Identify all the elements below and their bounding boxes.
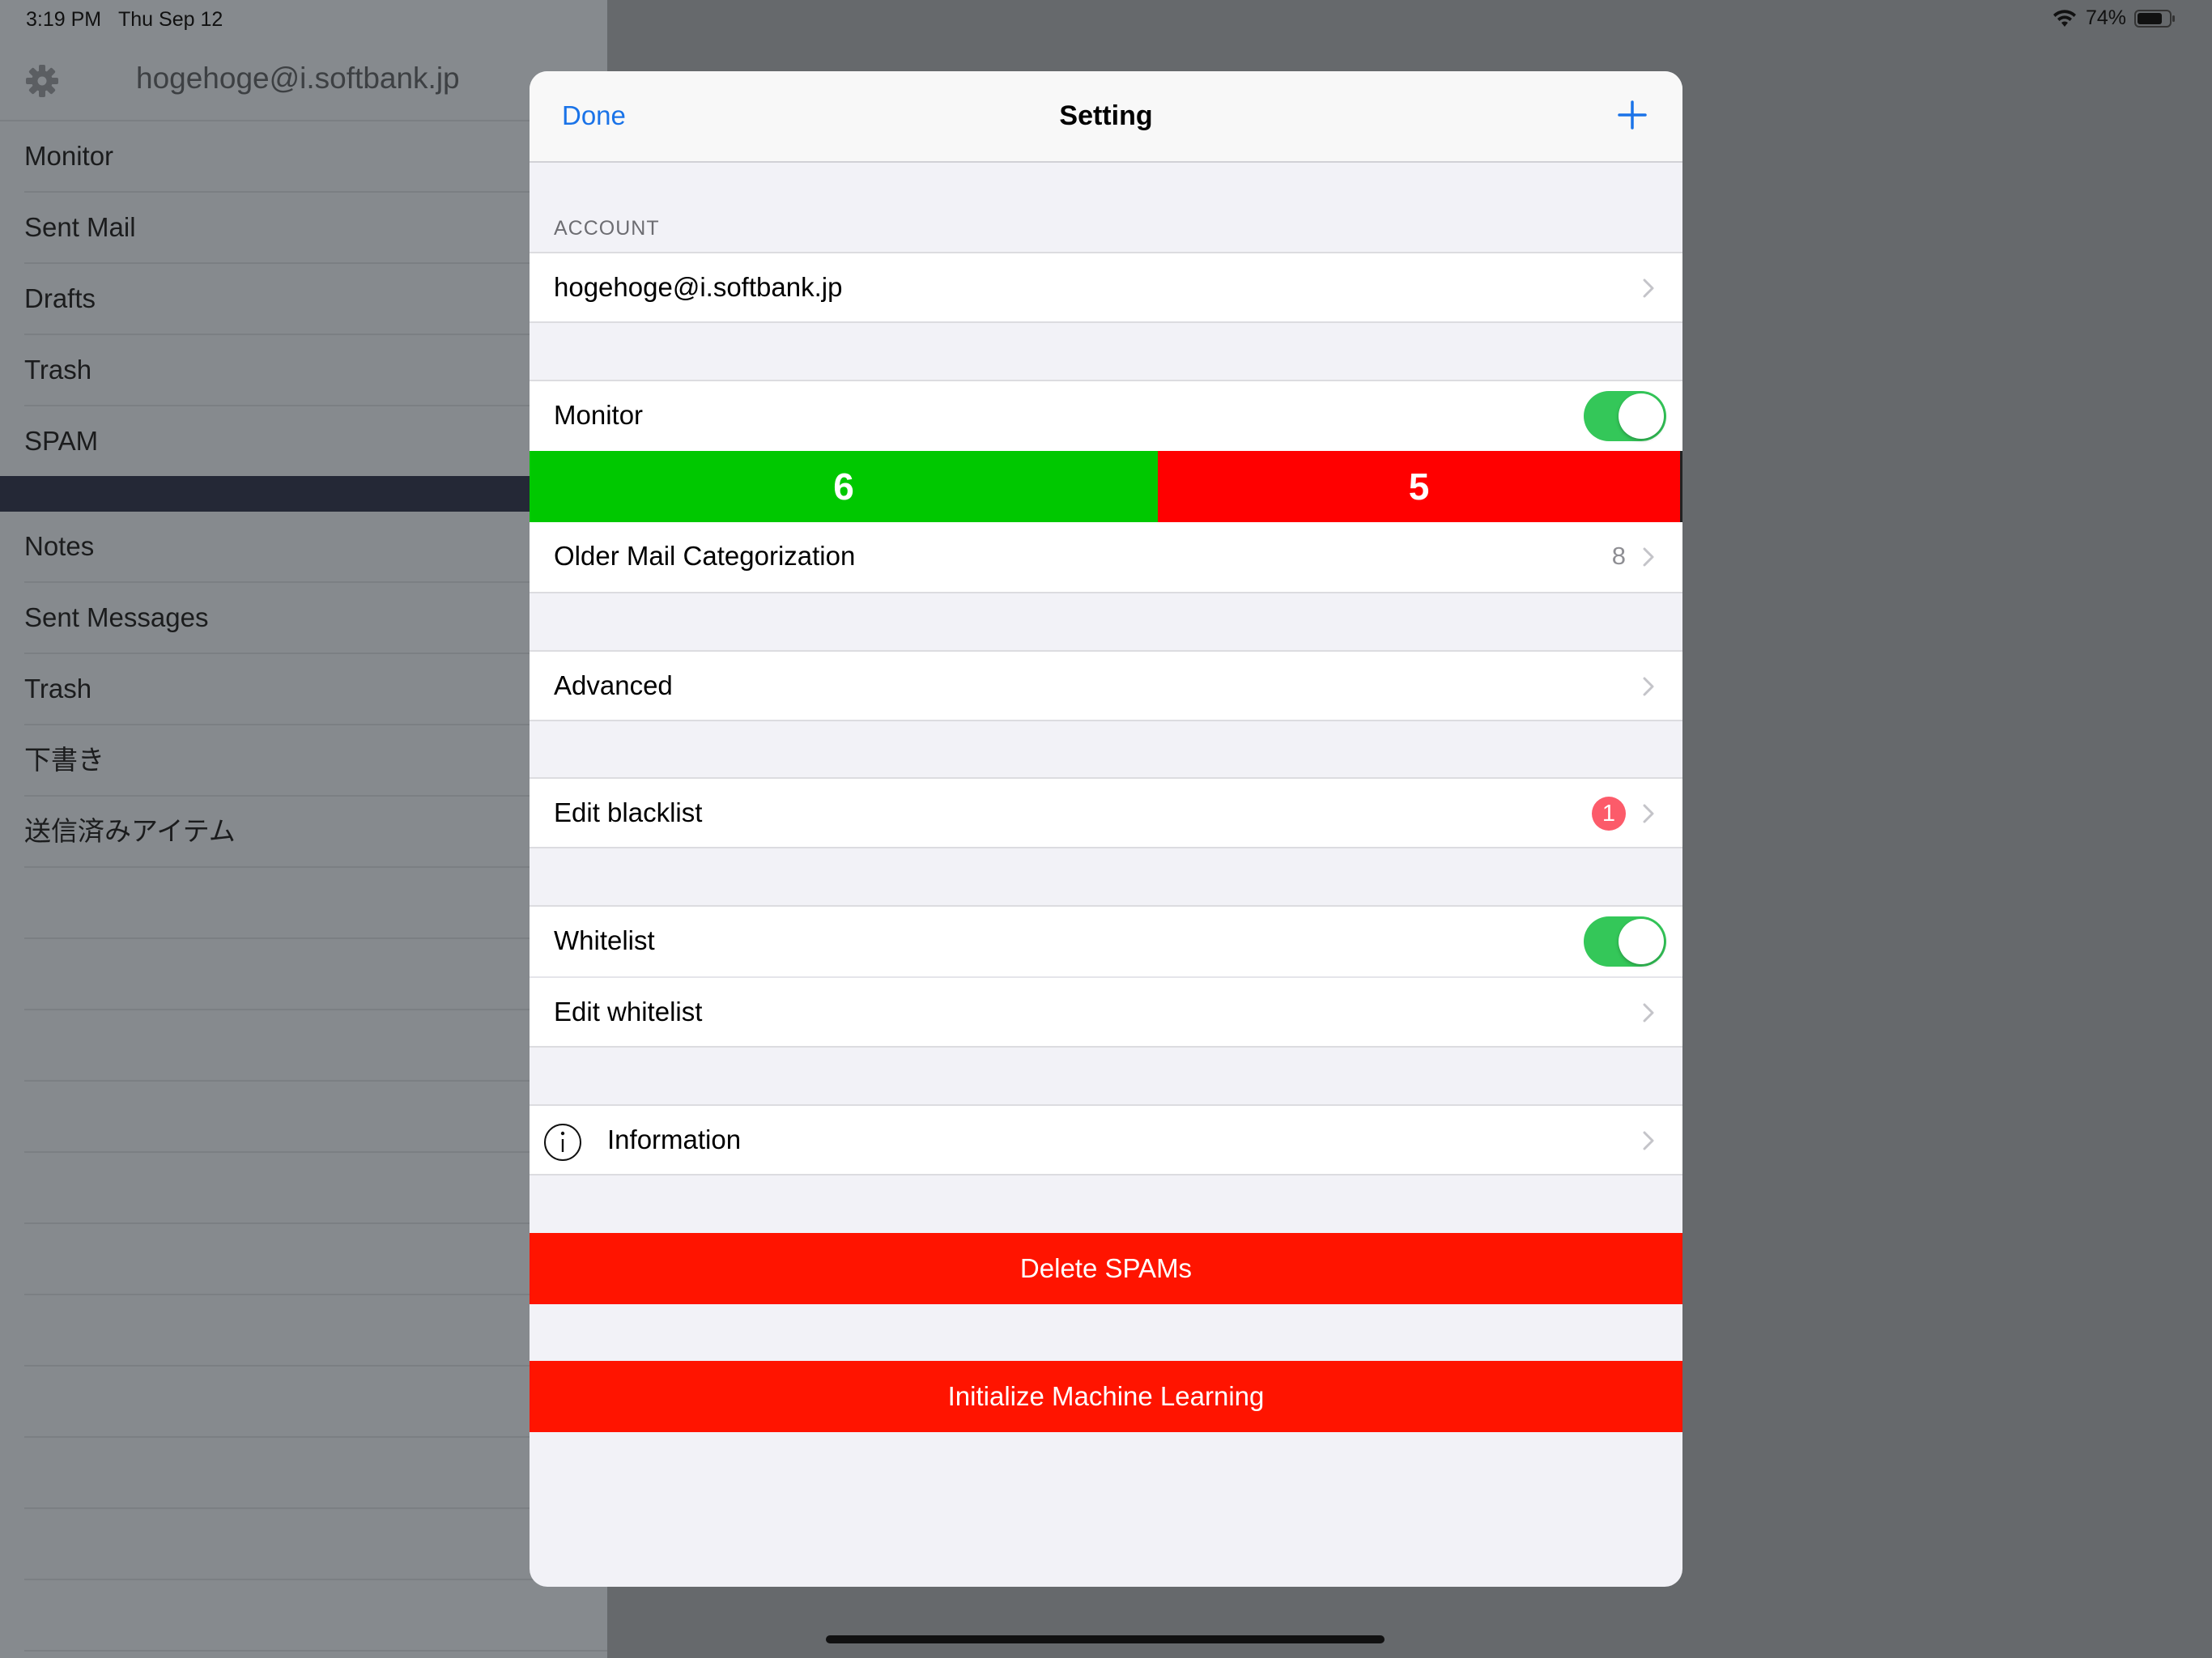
- delete-spams-button[interactable]: Delete SPAMs: [530, 1233, 1682, 1304]
- gear-icon[interactable]: [24, 63, 60, 99]
- settings-modal: Done Setting ACCOUNT hogehoge@i.softbank…: [530, 71, 1682, 1587]
- toggle-knob: [1619, 393, 1664, 439]
- edit-blacklist-label: Edit blacklist: [554, 797, 703, 827]
- edit-whitelist-label: Edit whitelist: [554, 997, 703, 1027]
- list-item: [24, 1509, 607, 1580]
- modal-title: Setting: [1059, 100, 1153, 131]
- sidebar-item-shitagaki[interactable]: 下書き: [24, 725, 607, 797]
- list-item: [24, 1224, 607, 1295]
- information-label: Information: [607, 1124, 742, 1154]
- status-date: Thu Sep 12: [118, 8, 223, 31]
- toggle-knob: [1619, 919, 1664, 964]
- sidebar-item-trash[interactable]: Trash: [24, 335, 607, 406]
- chevron-right-icon: [1643, 1003, 1654, 1022]
- sidebar-item-monitor[interactable]: Monitor: [24, 121, 607, 193]
- list-item: [24, 1082, 607, 1153]
- older-mail-value: 8: [1611, 542, 1626, 570]
- sidebar-header: hogehoge@i.softbank.jp: [0, 39, 607, 121]
- blacklist-badge: 1: [1592, 797, 1626, 831]
- list-item: [24, 1295, 607, 1367]
- sidebar-item-drafts[interactable]: Drafts: [24, 264, 607, 335]
- list-item: [24, 1153, 607, 1224]
- information-cell[interactable]: Information: [530, 1104, 1682, 1175]
- edit-whitelist-cell[interactable]: Edit whitelist: [530, 976, 1682, 1048]
- info-icon: [544, 1124, 581, 1161]
- modal-navbar: Done Setting: [530, 71, 1682, 163]
- whitelist-cell: Whitelist: [530, 905, 1682, 976]
- wifi-icon: [2052, 9, 2076, 27]
- sidebar: hogehoge@i.softbank.jp Monitor Sent Mail…: [0, 0, 607, 1658]
- chevron-right-icon: [1643, 804, 1654, 823]
- sidebar-section-separator: [0, 476, 607, 512]
- status-right: 74%: [2052, 6, 2176, 30]
- edit-blacklist-cell[interactable]: Edit blacklist 1: [530, 777, 1682, 848]
- list-item: [24, 1010, 607, 1082]
- account-cell[interactable]: hogehoge@i.softbank.jp: [530, 252, 1682, 323]
- list-item: [24, 1367, 607, 1438]
- sidebar-item-spam[interactable]: SPAM: [24, 406, 607, 478]
- battery-percent: 74%: [2085, 6, 2126, 29]
- list-item: [24, 1580, 607, 1652]
- sidebar-item-soushinzumi[interactable]: 送信済みアイテム: [24, 797, 607, 868]
- list-item: [24, 868, 607, 939]
- chevron-right-icon: [1643, 278, 1654, 298]
- account-section-header: ACCOUNT: [554, 217, 660, 240]
- sidebar-folder-list: Notes Sent Messages Trash 下書き 送信済みアイテム: [0, 512, 607, 1652]
- sidebar-mailbox-list: Monitor Sent Mail Drafts Trash SPAM: [0, 121, 607, 478]
- sidebar-account-title: hogehoge@i.softbank.jp: [136, 62, 460, 95]
- monitor-label: Monitor: [554, 400, 644, 430]
- monitor-cell: Monitor: [530, 380, 1682, 451]
- spam-mail-count[interactable]: 5: [1158, 451, 1682, 522]
- sidebar-item-trash-2[interactable]: Trash: [24, 654, 607, 725]
- advanced-cell[interactable]: Advanced: [530, 650, 1682, 721]
- advanced-label: Advanced: [554, 670, 673, 700]
- whitelist-toggle[interactable]: [1584, 916, 1666, 967]
- monitor-toggle[interactable]: [1584, 391, 1666, 441]
- older-mail-label: Older Mail Categorization: [554, 541, 856, 571]
- older-mail-cell[interactable]: Older Mail Categorization 8: [530, 522, 1682, 593]
- good-mail-count[interactable]: 6: [530, 451, 1158, 522]
- chevron-right-icon: [1643, 677, 1654, 696]
- sidebar-item-sent-mail[interactable]: Sent Mail: [24, 193, 607, 264]
- chevron-right-icon: [1643, 547, 1654, 567]
- list-item: [24, 1438, 607, 1509]
- chevron-right-icon: [1643, 1131, 1654, 1150]
- sidebar-item-notes[interactable]: Notes: [24, 512, 607, 583]
- plus-icon[interactable]: [1616, 99, 1648, 131]
- home-indicator: [826, 1635, 1385, 1643]
- list-item: [24, 939, 607, 1010]
- status-bar: 3:19 PM Thu Sep 12 74%: [0, 0, 2212, 39]
- account-email: hogehoge@i.softbank.jp: [554, 272, 843, 302]
- initialize-machine-learning-button[interactable]: Initialize Machine Learning: [530, 1361, 1682, 1432]
- battery-icon: [2134, 9, 2175, 28]
- monitor-counter-bar: 6 5: [530, 451, 1682, 522]
- status-time: 3:19 PM: [26, 8, 102, 31]
- whitelist-label: Whitelist: [554, 925, 655, 955]
- sidebar-item-sent-messages[interactable]: Sent Messages: [24, 583, 607, 654]
